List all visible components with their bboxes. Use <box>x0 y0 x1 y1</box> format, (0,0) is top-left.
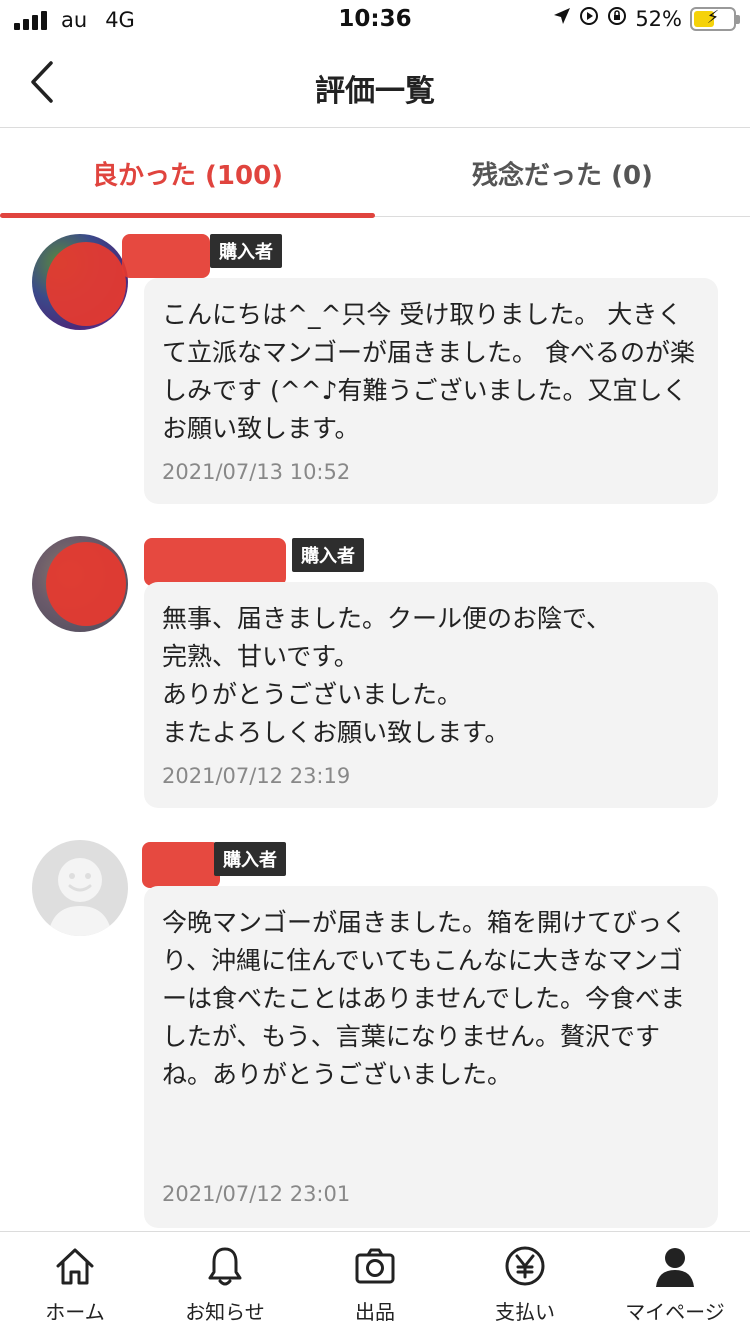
buyer-badge: 購入者 <box>210 234 282 268</box>
default-user-icon <box>48 858 112 936</box>
username-redacted <box>122 234 210 278</box>
nav-home[interactable]: ホーム <box>0 1232 150 1334</box>
nav-mypage-label: マイページ <box>625 1300 725 1324</box>
avatar[interactable] <box>32 840 128 936</box>
redaction-mark <box>46 542 126 626</box>
review-text: 無事、届きました。クール便のお陰で、 完熟、甘いです。 ありがとうございました。… <box>162 604 612 747</box>
status-right: 52% ⚡ <box>553 6 740 31</box>
review-date: 2021/07/12 23:01 <box>162 1182 351 1206</box>
review-tabs: 良かった (100) 残念だった (0) <box>0 129 750 218</box>
review-bubble: 無事、届きました。クール便のお陰で、 完熟、甘いです。 ありがとうございました。… <box>144 582 718 808</box>
person-icon <box>653 1244 697 1288</box>
review-bubble: こんにちは^_^只今 受け取りました。 大きくて立派なマンゴーが届きました。 食… <box>144 278 718 504</box>
nav-notifications-label: お知らせ <box>185 1300 265 1324</box>
play-circle-icon <box>579 6 599 31</box>
battery-percent: 52% <box>635 6 682 31</box>
yen-icon <box>503 1244 547 1288</box>
camera-icon <box>353 1244 397 1288</box>
username-redacted <box>142 842 220 888</box>
username-redacted <box>144 538 286 586</box>
review-date: 2021/07/13 10:52 <box>162 460 351 484</box>
nav-notifications[interactable]: お知らせ <box>150 1232 300 1334</box>
nav-sell[interactable]: 出品 <box>300 1232 450 1334</box>
home-icon <box>53 1244 97 1288</box>
review-text: 今晩マンゴーが届きました。箱を開けてびっくり、沖縄に住んでいてもこんなに大きなマ… <box>162 908 688 1089</box>
review-date: 2021/07/12 23:19 <box>162 764 351 788</box>
tab-bad[interactable]: 残念だった (0) <box>375 129 750 217</box>
charging-bolt-icon: ⚡ <box>706 6 720 28</box>
nav-home-label: ホーム <box>45 1300 105 1324</box>
review-bubble: 今晩マンゴーが届きました。箱を開けてびっくり、沖縄に住んでいてもこんなに大きなマ… <box>144 886 718 1228</box>
battery-icon: ⚡ <box>690 6 740 31</box>
nav-payment[interactable]: 支払い <box>450 1232 600 1334</box>
redaction-mark <box>46 242 126 326</box>
buyer-badge: 購入者 <box>292 538 364 572</box>
nav-mypage[interactable]: マイページ <box>600 1232 750 1334</box>
nav-header: 評価一覧 <box>0 44 750 128</box>
bottom-nav: ホーム お知らせ 出品 支払い マイページ <box>0 1231 750 1334</box>
status-bar: au 4G 10:36 52% ⚡ <box>0 0 750 44</box>
buyer-badge: 購入者 <box>214 842 286 876</box>
nav-payment-label: 支払い <box>495 1300 555 1324</box>
nav-sell-label: 出品 <box>355 1300 395 1324</box>
rotation-lock-icon <box>607 6 627 31</box>
review-text: こんにちは^_^只今 受け取りました。 大きくて立派なマンゴーが届きました。 食… <box>162 300 695 443</box>
bell-icon <box>203 1244 247 1288</box>
page-title: 評価一覧 <box>315 74 435 109</box>
location-arrow-icon <box>553 7 571 30</box>
tab-good[interactable]: 良かった (100) <box>0 129 375 218</box>
